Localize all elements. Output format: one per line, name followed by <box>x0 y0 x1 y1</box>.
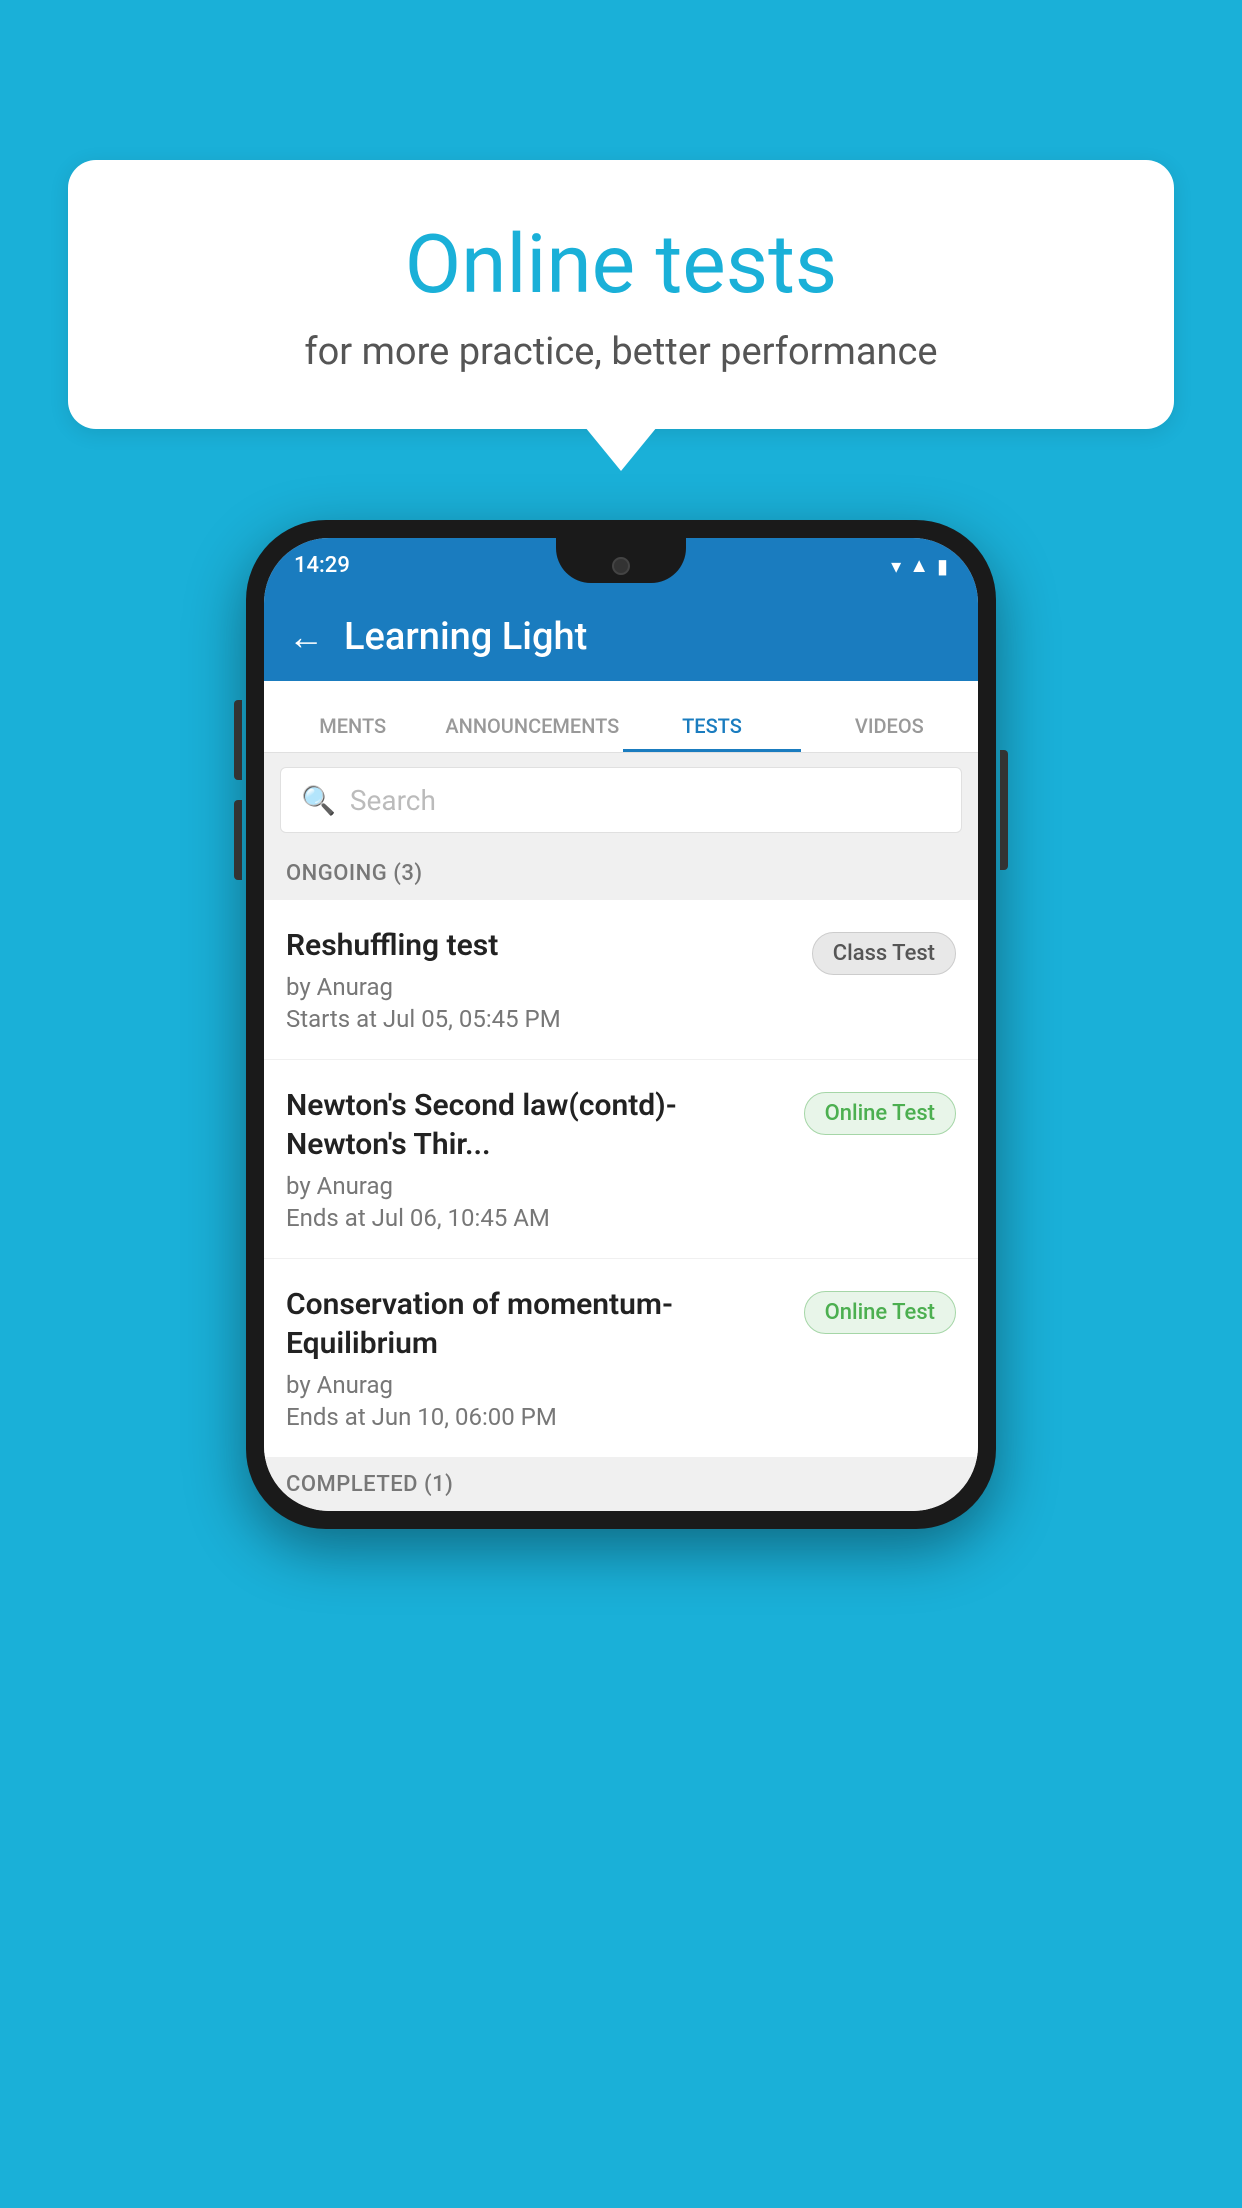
status-icons: ▾ ▲ ▮ <box>891 553 948 578</box>
volume-down-button <box>234 800 242 880</box>
phone-outer: 14:29 ▾ ▲ ▮ ← Learning Light MENTS ANNOU… <box>246 520 996 1529</box>
phone-screen: 14:29 ▾ ▲ ▮ ← Learning Light MENTS ANNOU… <box>264 538 978 1511</box>
camera <box>612 557 630 575</box>
signal-icon: ▲ <box>909 553 929 578</box>
section-ongoing-header: ONGOING (3) <box>264 847 978 900</box>
battery-icon: ▮ <box>937 554 948 578</box>
tabs-bar: MENTS ANNOUNCEMENTS TESTS VIDEOS <box>264 681 978 753</box>
test-item-3-title: Conservation of momentum-Equilibrium <box>286 1285 790 1363</box>
test-item-3-badge: Online Test <box>804 1291 956 1334</box>
wifi-icon: ▾ <box>891 554 901 578</box>
back-arrow-icon[interactable]: ← <box>288 616 324 658</box>
speech-bubble: Online tests for more practice, better p… <box>68 160 1174 429</box>
status-time: 14:29 <box>294 553 350 578</box>
tab-tests[interactable]: TESTS <box>623 714 800 752</box>
phone-container: 14:29 ▾ ▲ ▮ ← Learning Light MENTS ANNOU… <box>246 520 996 1529</box>
test-item-1[interactable]: Reshuffling test by Anurag Starts at Jul… <box>264 900 978 1060</box>
test-item-1-content: Reshuffling test by Anurag Starts at Jul… <box>286 926 798 1033</box>
tab-ments[interactable]: MENTS <box>264 714 441 752</box>
test-item-1-by: by Anurag <box>286 973 798 1001</box>
test-item-2-badge: Online Test <box>804 1092 956 1135</box>
notch <box>556 538 686 583</box>
volume-up-button <box>234 700 242 780</box>
test-item-2-title: Newton's Second law(contd)-Newton's Thir… <box>286 1086 790 1164</box>
tab-videos[interactable]: VIDEOS <box>801 714 978 752</box>
app-title: Learning Light <box>344 615 587 659</box>
test-item-3-date: Ends at Jun 10, 06:00 PM <box>286 1403 790 1431</box>
speech-bubble-title: Online tests <box>108 220 1134 310</box>
test-item-1-title: Reshuffling test <box>286 926 798 965</box>
search-container: 🔍 Search <box>264 753 978 847</box>
test-item-1-date: Starts at Jul 05, 05:45 PM <box>286 1005 798 1033</box>
search-placeholder: Search <box>350 784 436 817</box>
test-item-1-badge: Class Test <box>812 932 956 975</box>
speech-bubble-container: Online tests for more practice, better p… <box>68 160 1174 429</box>
tab-announcements[interactable]: ANNOUNCEMENTS <box>441 714 623 752</box>
speech-bubble-subtitle: for more practice, better performance <box>108 330 1134 374</box>
power-button <box>1000 750 1008 870</box>
search-input[interactable]: 🔍 Search <box>280 767 962 833</box>
test-item-3-content: Conservation of momentum-Equilibrium by … <box>286 1285 790 1431</box>
search-icon: 🔍 <box>301 784 336 817</box>
test-item-2-by: by Anurag <box>286 1172 790 1200</box>
test-item-2-content: Newton's Second law(contd)-Newton's Thir… <box>286 1086 790 1232</box>
section-completed-header: COMPLETED (1) <box>264 1458 978 1511</box>
test-item-2-date: Ends at Jul 06, 10:45 AM <box>286 1204 790 1232</box>
test-item-2[interactable]: Newton's Second law(contd)-Newton's Thir… <box>264 1060 978 1259</box>
status-bar: 14:29 ▾ ▲ ▮ <box>264 538 978 593</box>
test-item-3[interactable]: Conservation of momentum-Equilibrium by … <box>264 1259 978 1458</box>
test-item-3-by: by Anurag <box>286 1371 790 1399</box>
app-bar: ← Learning Light <box>264 593 978 681</box>
